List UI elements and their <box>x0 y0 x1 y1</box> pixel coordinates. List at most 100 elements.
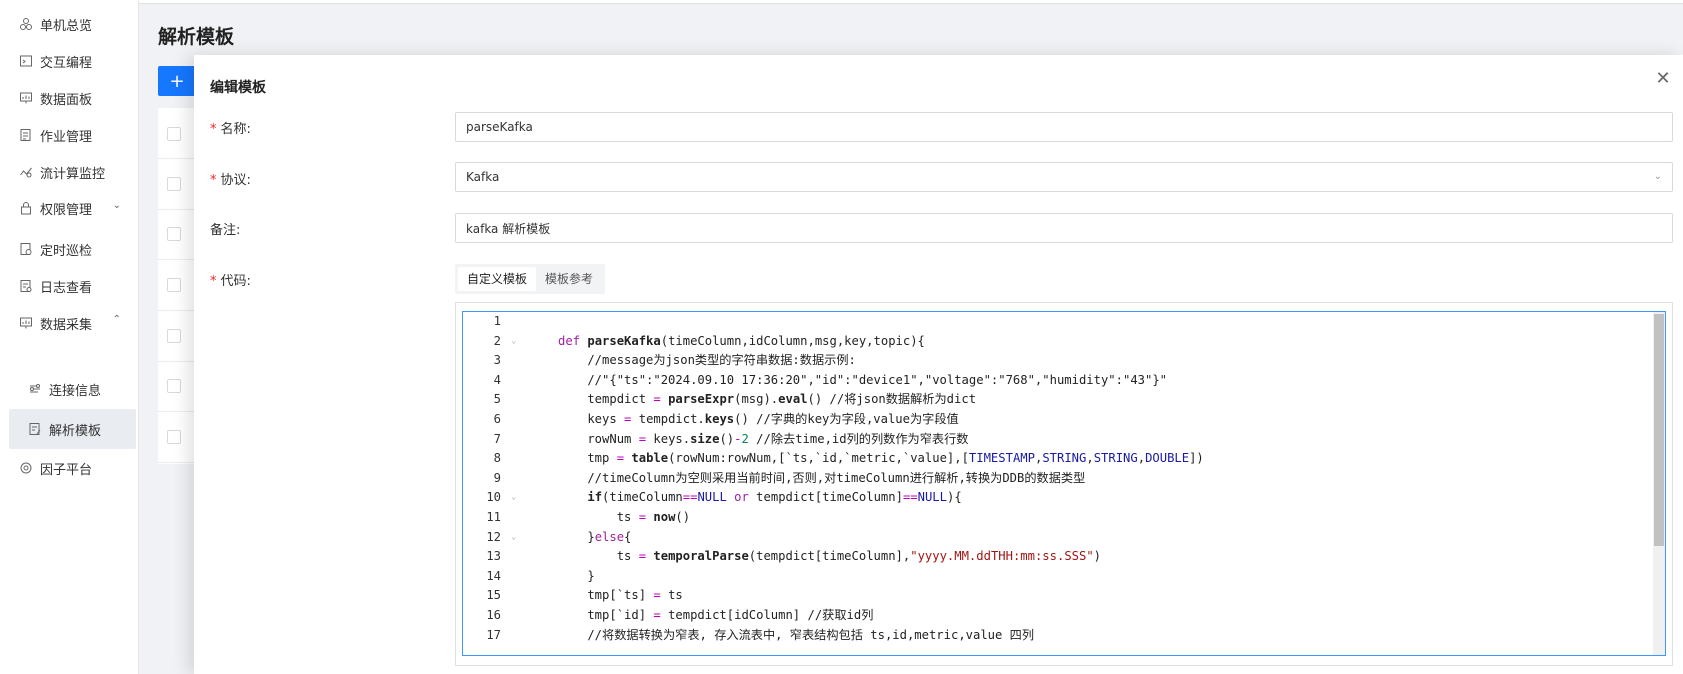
protocol-label: * 协议: <box>210 173 251 188</box>
line-number: 12 <box>486 529 501 544</box>
sidebar-item-label: 单机总览 <box>40 18 93 34</box>
connection-icon <box>27 381 43 397</box>
sidebar-item-label: 定时巡检 <box>40 243 93 259</box>
code-text: tmp[`ts] = ts <box>558 588 683 603</box>
template-icon <box>27 421 43 437</box>
top-bar <box>139 0 1683 4</box>
row-checkbox[interactable] <box>167 379 181 393</box>
row-checkbox[interactable] <box>167 430 181 444</box>
protocol-select-value: Kafka <box>466 170 500 184</box>
code-line: 10 ⌄ if(timeColumn==NULL or tempdict[time… <box>463 488 1653 508</box>
code-line: 7 rowNum = keys.size()-2 //除去time,id列的列数… <box>463 430 1653 450</box>
line-number: 13 <box>486 549 501 564</box>
lock-icon <box>18 200 34 216</box>
code-editor[interactable]: 1 2 ⌄ def parseKafka(timeColumn,idColumn,m… <box>462 311 1666 656</box>
line-number: 11 <box>486 510 501 524</box>
tab-template-reference[interactable]: 模板参考 <box>536 267 602 291</box>
sidebar-item-connection-info[interactable]: 连接信息 <box>0 369 139 409</box>
sidebar-item-label: 权限管理 <box>40 202 93 218</box>
code-label: * 代码: <box>210 274 251 289</box>
code-line: 11 ts = now() <box>463 508 1653 528</box>
select-all-checkbox[interactable] <box>167 127 181 141</box>
code-line: 4 //"{"ts":"2024.09.10 17:36:20","id":"d… <box>463 371 1653 391</box>
code-text: //"{"ts":"2024.09.10 17:36:20","id":"dev… <box>558 372 1168 387</box>
remark-input[interactable]: kafka 解析模板 <box>455 213 1673 243</box>
code-label-text: 代码: <box>220 274 251 289</box>
row-divider <box>158 259 198 260</box>
code-text: } <box>558 568 595 583</box>
code-text: ts = now() <box>558 510 691 524</box>
factor-icon <box>18 460 34 476</box>
row-divider <box>158 209 198 210</box>
close-icon[interactable]: ✕ <box>1653 69 1673 89</box>
line-number: 16 <box>486 608 501 622</box>
sidebar-item-scheduled-inspection[interactable]: 定时巡检 <box>0 229 139 269</box>
sidebar-item-log-view[interactable]: 日志查看 <box>0 266 139 306</box>
code-text: //将数据转换为窄表, 存入流表中, 窄表结构包括 ts,id,metric,v… <box>558 627 1035 642</box>
line-number: 4 <box>493 372 501 387</box>
code-text: rowNum = keys.size()-2 //除去time,id列的列数作为… <box>558 431 969 446</box>
code-icon <box>18 53 34 69</box>
sidebar-item-overview[interactable]: 单机总览 <box>0 4 139 44</box>
line-number: 3 <box>493 353 501 368</box>
line-number: 15 <box>486 588 501 603</box>
line-number: 17 <box>486 627 501 642</box>
chevron-down-icon: ⌄ <box>1653 171 1662 182</box>
fold-icon[interactable]: ⌄ <box>511 488 516 508</box>
line-number: 7 <box>493 431 501 446</box>
name-label: * 名称: <box>210 122 251 137</box>
code-tabs: 自定义模板 模板参考 <box>455 264 606 294</box>
sidebar: 单机总览 交互编程 数据面板 作业管理 流计算监控 权限管理 ⌄ 定时巡检 日志… <box>0 0 139 674</box>
code-text: ts = temporalParse(tempdict[timeColumn],… <box>558 549 1102 564</box>
sidebar-item-label: 解析模板 <box>49 423 102 439</box>
fold-icon[interactable]: ⌄ <box>511 528 516 548</box>
line-number: 10 <box>486 490 501 505</box>
chevron-up-icon: ⌃ <box>112 314 121 325</box>
sidebar-item-permission[interactable]: 权限管理 ⌄ <box>0 188 139 228</box>
collect-icon <box>18 315 34 331</box>
stream-icon <box>18 164 34 180</box>
remark-label: 备注: <box>210 223 241 238</box>
row-divider <box>158 462 198 463</box>
row-divider <box>158 158 198 159</box>
sidebar-item-label: 数据面板 <box>40 92 93 108</box>
code-line: 13 ts = temporalParse(tempdict[timeColum… <box>463 547 1653 567</box>
sidebar-item-stream-monitor[interactable]: 流计算监控 <box>0 152 139 192</box>
row-divider <box>158 411 198 412</box>
row-checkbox[interactable] <box>167 227 181 241</box>
sidebar-item-label: 作业管理 <box>40 129 93 145</box>
page-title: 解析模板 <box>158 26 235 48</box>
line-number: 9 <box>493 470 501 485</box>
code-text: if(timeColumn==NULL or tempdict[timeColu… <box>587 490 962 505</box>
row-divider <box>158 310 198 311</box>
sidebar-item-data-panel[interactable]: 数据面板 <box>0 78 139 118</box>
log-icon <box>18 278 34 294</box>
sidebar-item-factor-platform[interactable]: 因子平台 <box>0 448 139 488</box>
job-icon <box>18 127 34 143</box>
name-input[interactable]: parseKafka <box>455 112 1673 142</box>
sidebar-item-interactive-programming[interactable]: 交互编程 <box>0 41 139 81</box>
line-number: 6 <box>493 412 501 426</box>
code-line: 6 keys = tempdict.keys() //字典的key为字段,val… <box>463 410 1653 430</box>
name-label-text: 名称: <box>220 122 251 137</box>
row-checkbox[interactable] <box>167 177 181 191</box>
code-text: //timeColumn为空则采用当前时间,否则,对timeColumn进行解析… <box>558 470 1086 485</box>
code-text: }else{ <box>558 529 632 544</box>
tab-custom-template[interactable]: 自定义模板 <box>458 267 537 291</box>
code-line: 16 tmp[`id] = tempdict[idColumn] //获取id列 <box>463 606 1653 626</box>
sidebar-item-data-collection[interactable]: 数据采集 ⌃ <box>0 303 139 343</box>
editor-scrollbar[interactable] <box>1653 312 1665 655</box>
code-line: 12 ⌄ }else{ <box>463 528 1653 548</box>
code-text: //message为json类型的字符串数据:数据示例: <box>558 353 856 368</box>
row-checkbox[interactable] <box>167 329 181 343</box>
protocol-select[interactable]: Kafka ⌄ <box>455 162 1673 192</box>
code-text: tmp[`id] = tempdict[idColumn] //获取id列 <box>558 608 874 622</box>
code-line: 1 <box>463 312 1653 332</box>
scroll-thumb[interactable] <box>1654 314 1664 546</box>
fold-icon[interactable]: ⌄ <box>511 332 516 352</box>
row-checkbox[interactable] <box>167 278 181 292</box>
sidebar-item-job-management[interactable]: 作业管理 <box>0 115 139 155</box>
add-button[interactable]: + <box>158 66 196 96</box>
sidebar-item-parse-template[interactable]: 解析模板 <box>9 409 136 449</box>
drawer-title: 编辑模板 <box>210 80 266 96</box>
